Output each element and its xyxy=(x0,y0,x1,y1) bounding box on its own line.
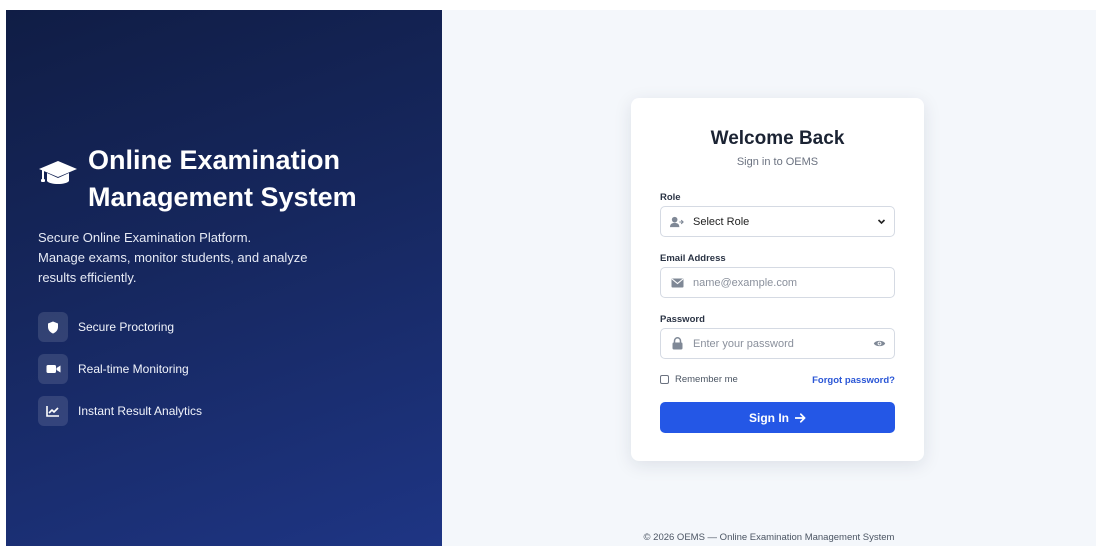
eye-icon[interactable] xyxy=(873,338,886,349)
email-label: Email Address xyxy=(660,253,726,264)
chevron-down-icon xyxy=(877,219,886,225)
remember-me[interactable]: Remember me xyxy=(660,374,738,385)
app-title: Online Examination Management System xyxy=(88,145,357,212)
lock-icon xyxy=(672,337,682,350)
feature-label: Real-time Monitoring xyxy=(78,362,189,376)
role-label: Role xyxy=(660,192,681,203)
feature-item-secure-proctoring: Secure Proctoring xyxy=(38,312,202,342)
password-input[interactable] xyxy=(693,337,894,350)
password-label: Password xyxy=(660,314,705,325)
login-area: Welcome Back Sign in to OEMS Role Select… xyxy=(442,10,1096,546)
user-switch-icon xyxy=(670,216,684,227)
footer-copyright: © 2026 OEMS — Online Examination Managem… xyxy=(643,532,895,543)
feature-list: Secure Proctoring Real-time Monitoring I… xyxy=(38,312,202,438)
password-field-wrapper xyxy=(660,328,895,359)
sign-in-button[interactable]: Sign In xyxy=(660,402,895,433)
tagline-line-1: Secure Online Examination Platform. xyxy=(38,230,252,245)
brand-header: Online Examination Management System xyxy=(38,142,408,216)
envelope-icon xyxy=(671,278,683,287)
tagline: Secure Online Examination Platform. Mana… xyxy=(38,228,338,288)
role-select[interactable]: Select Role xyxy=(660,206,895,237)
email-input[interactable] xyxy=(693,276,894,289)
login-card: Welcome Back Sign in to OEMS Role Select… xyxy=(631,98,924,461)
sign-in-label: Sign In xyxy=(749,410,789,425)
feature-item-realtime-monitoring: Real-time Monitoring xyxy=(38,354,202,384)
feature-label: Secure Proctoring xyxy=(78,320,175,334)
role-select-value: Select Role xyxy=(693,215,750,228)
shield-icon xyxy=(48,321,58,333)
remember-me-label: Remember me xyxy=(675,374,738,385)
arrow-right-icon xyxy=(795,412,806,423)
email-field-wrapper xyxy=(660,267,895,298)
login-subtitle: Sign in to OEMS xyxy=(736,156,819,168)
tagline-line-2: Manage exams, monitor students, and anal… xyxy=(38,250,308,285)
line-chart-icon xyxy=(46,406,59,417)
graduation-cap-icon xyxy=(39,161,77,184)
page: Online Examination Management System Sec… xyxy=(6,10,1096,546)
feature-item-result-analytics: Instant Result Analytics xyxy=(38,396,202,426)
brand-panel: Online Examination Management System Sec… xyxy=(6,10,442,546)
feature-label: Instant Result Analytics xyxy=(78,404,203,418)
login-title: Welcome Back xyxy=(710,128,845,149)
remember-me-checkbox[interactable] xyxy=(660,375,669,384)
forgot-password-link[interactable]: Forgot password? xyxy=(812,375,895,386)
video-camera-icon xyxy=(46,365,60,373)
